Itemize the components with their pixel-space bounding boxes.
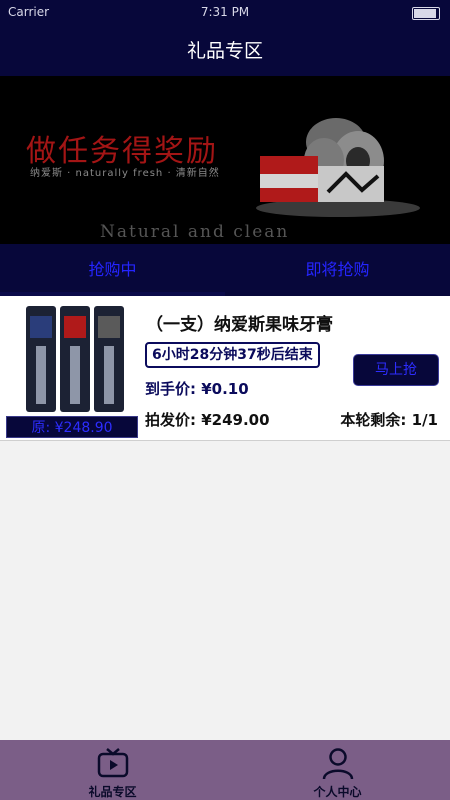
top-bar: Carrier 7:31 PM 礼品专区 bbox=[0, 0, 450, 76]
original-price-tag: 原: ¥248.90 bbox=[6, 416, 138, 438]
buy-now-button[interactable]: 马上抢 bbox=[353, 354, 439, 386]
auction-price: 拍发价: ¥249.00 bbox=[145, 411, 270, 429]
tab-coming-soon[interactable]: 即将抢购 bbox=[225, 244, 450, 296]
status-bar: Carrier 7:31 PM bbox=[0, 0, 450, 24]
product-image bbox=[22, 302, 128, 418]
banner-footer-text: Natural and clean bbox=[100, 222, 290, 242]
person-icon bbox=[322, 748, 354, 780]
tabbar-item-profile[interactable]: 个人中心 bbox=[225, 740, 450, 800]
countdown-timer: 6小时28分钟37秒后结束 bbox=[145, 342, 320, 368]
final-price: 到手价: ¥0.10 bbox=[145, 380, 249, 398]
product-title: （一支）纳爱斯果味牙膏 bbox=[146, 315, 333, 335]
bottom-tab-bar: 礼品专区 个人中心 bbox=[0, 740, 450, 800]
tab-bar-top: 抢购中 即将抢购 bbox=[0, 244, 450, 296]
banner-subtext: 纳爱斯 · naturally fresh · 清新自然 bbox=[30, 168, 220, 179]
tabbar-label-gifts: 礼品专区 bbox=[88, 785, 137, 799]
remaining-stock: 本轮剩余: 1/1 bbox=[340, 411, 438, 429]
tab-on-sale[interactable]: 抢购中 bbox=[0, 244, 225, 296]
product-card[interactable]: 原: ¥248.90 （一支）纳爱斯果味牙膏 6小时28分钟37秒后结束 马上抢… bbox=[0, 296, 450, 441]
page-title: 礼品专区 bbox=[186, 40, 263, 62]
battery-icon bbox=[412, 7, 440, 20]
tabbar-item-gifts[interactable]: 礼品专区 bbox=[0, 740, 225, 800]
promo-banner[interactable]: 做任务得奖励 纳爱斯 · naturally fresh · 清新自然 Natu… bbox=[0, 76, 450, 244]
tv-play-icon bbox=[97, 748, 129, 778]
tabbar-label-profile: 个人中心 bbox=[313, 785, 362, 799]
status-time: 7:31 PM bbox=[200, 5, 250, 19]
